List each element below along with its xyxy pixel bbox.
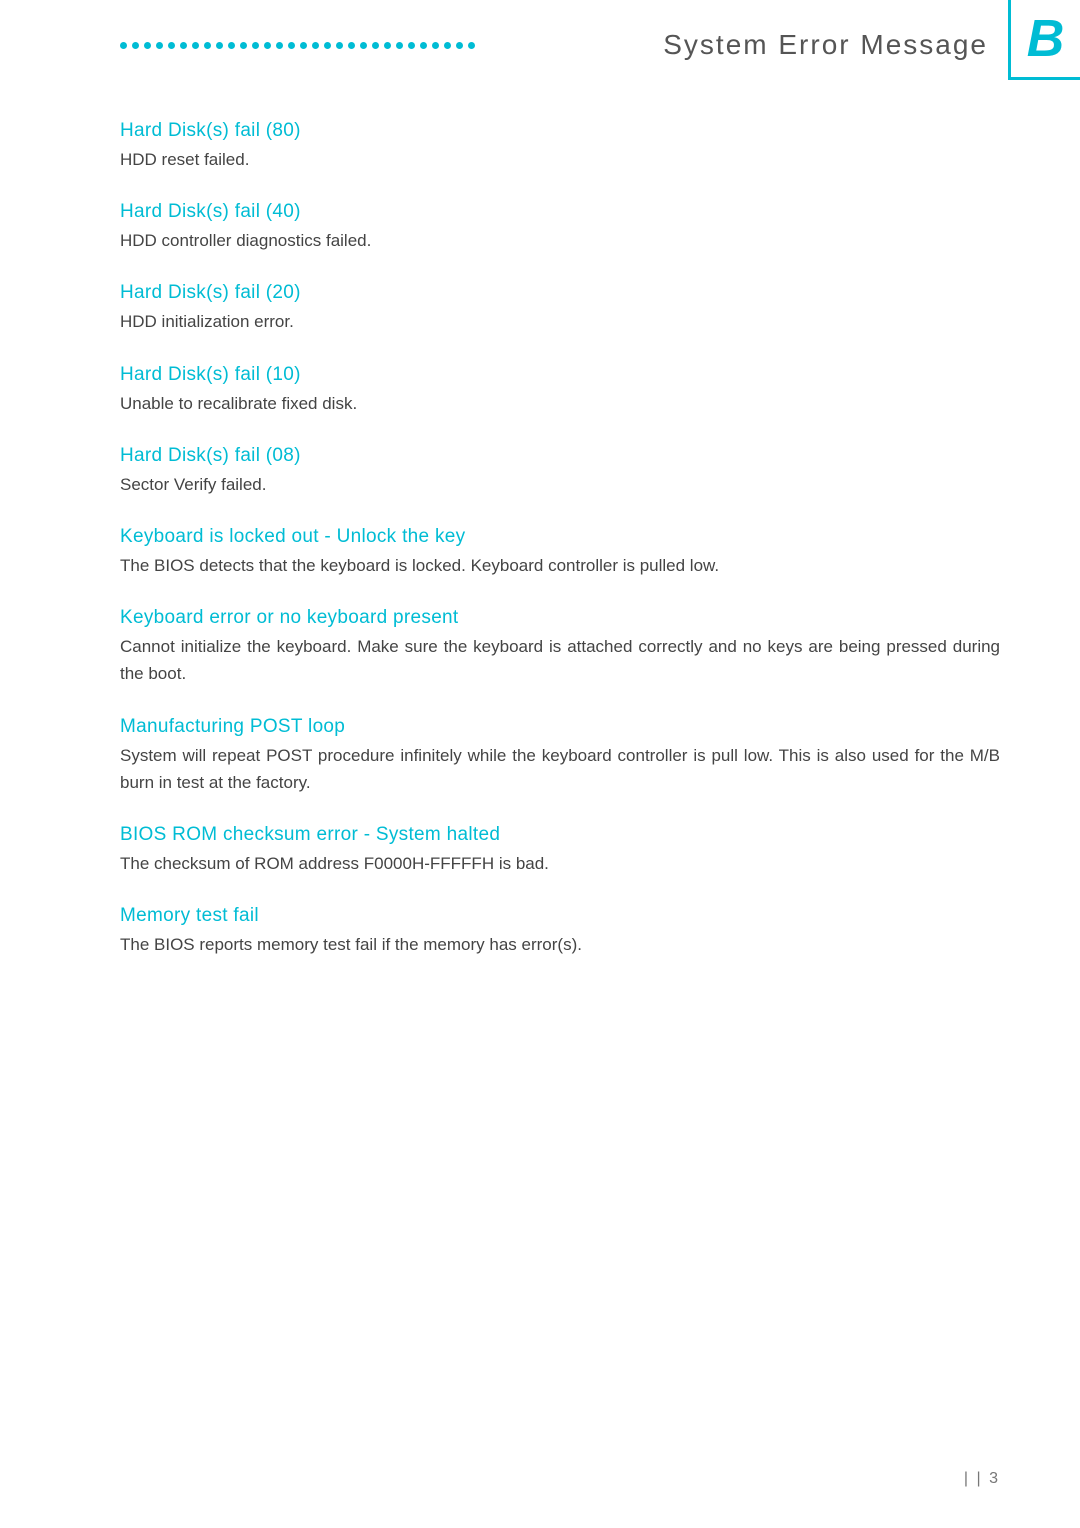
error-description: Cannot initialize the keyboard. Make sur…	[120, 633, 1000, 687]
error-entry-keyboard-locked: Keyboard is locked out - Unlock the key T…	[120, 526, 1000, 579]
error-title: BIOS ROM checksum error - System halted	[120, 824, 1000, 846]
content-area: Hard Disk(s) fail (80)HDD reset failed.H…	[0, 90, 1080, 1046]
error-entry-hdd-fail-08: Hard Disk(s) fail (08) Sector Verify fail…	[120, 445, 1000, 498]
error-entry-hdd-fail-10: Hard Disk(s) fail (10) Unable to recalibr…	[120, 364, 1000, 417]
error-description: The BIOS reports memory test fail if the…	[120, 931, 1000, 958]
error-entry-hdd-fail-20: Hard Disk(s) fail (20) HDD initialization…	[120, 282, 1000, 335]
appendix-letter: B	[1027, 13, 1065, 65]
error-description: HDD reset failed.	[120, 146, 1000, 173]
error-title: Manufacturing POST loop	[120, 716, 1000, 738]
error-entry-keyboard-error: Keyboard error or no keyboard present Can…	[120, 607, 1000, 687]
error-title: Keyboard error or no keyboard present	[120, 607, 1000, 629]
error-title: Memory test fail	[120, 905, 1000, 927]
error-description: HDD controller diagnostics failed.	[120, 227, 1000, 254]
error-entry-bios-rom-checksum: BIOS ROM checksum error - System halted T…	[120, 824, 1000, 877]
page-title: System Error Message	[663, 29, 998, 61]
error-entry-hdd-fail-40: Hard Disk(s) fail (40) HDD controller dia…	[120, 201, 1000, 254]
page-container: System Error Message B Hard Disk(s) fail…	[0, 0, 1080, 1528]
error-description: The BIOS detects that the keyboard is lo…	[120, 552, 1000, 579]
error-title: Hard Disk(s) fail (10)	[120, 364, 1000, 386]
error-title: Hard Disk(s) fail (08)	[120, 445, 1000, 467]
error-description: Unable to recalibrate fixed disk.	[120, 390, 1000, 417]
header-content: System Error Message	[0, 0, 1008, 80]
error-entry-memory-test-fail: Memory test fail The BIOS reports memory …	[120, 905, 1000, 958]
error-description: System will repeat POST procedure infini…	[120, 742, 1000, 796]
error-description: HDD initialization error.	[120, 308, 1000, 335]
page-number: | | 3	[964, 1470, 1000, 1488]
error-entry-manufacturing-post: Manufacturing POST loop System will repea…	[120, 716, 1000, 796]
error-title: Keyboard is locked out - Unlock the key	[120, 526, 1000, 548]
appendix-letter-block: B	[1008, 0, 1080, 80]
error-title: Hard Disk(s) fail (40)	[120, 201, 1000, 223]
error-description: The checksum of ROM address F0000H-FFFFF…	[120, 850, 1000, 877]
error-entry-hdd-fail-80: Hard Disk(s) fail (80) HDD reset failed.	[120, 120, 1000, 173]
dots-decoration	[60, 42, 663, 49]
error-description: Sector Verify failed.	[120, 471, 1000, 498]
page-header: System Error Message B	[0, 0, 1080, 80]
error-title: Hard Disk(s) fail (80)	[120, 120, 1000, 142]
error-title: Hard Disk(s) fail (20)	[120, 282, 1000, 304]
